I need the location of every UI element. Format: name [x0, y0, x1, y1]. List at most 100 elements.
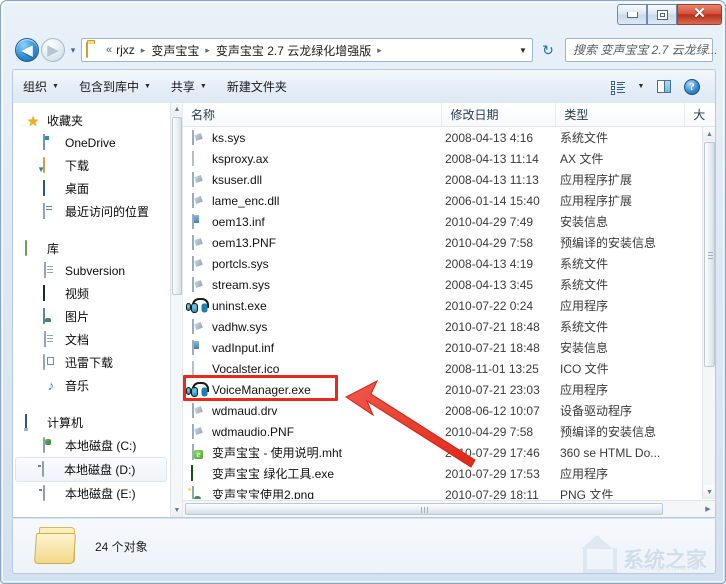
- file-name-cell[interactable]: 变声宝宝 - 使用说明.mht: [183, 444, 445, 461]
- file-name-cell[interactable]: vadInput.inf: [183, 339, 445, 356]
- column-header-date-modified[interactable]: 修改日期: [442, 103, 557, 126]
- scrollbar-thumb-horizontal[interactable]: [185, 503, 663, 515]
- sidebar-item-music[interactable]: ♪ 音乐: [13, 374, 171, 397]
- column-header-size[interactable]: 大: [685, 103, 715, 126]
- search-box[interactable]: ⌕: [565, 38, 725, 62]
- share-button[interactable]: 共享 ▼: [161, 73, 217, 100]
- organize-button[interactable]: 组织 ▼: [13, 73, 69, 100]
- breadcrumb-overflow[interactable]: «: [105, 44, 115, 56]
- sidebar-item-thunder-downloads[interactable]: 迅雷下载: [13, 351, 171, 374]
- scroll-up-button[interactable]: ▲: [171, 103, 182, 116]
- file-date-cell: 2008-04-13 4:16: [445, 130, 534, 145]
- navigation-pane-scrollbar[interactable]: ▲ ▼: [170, 103, 182, 517]
- refresh-button[interactable]: ↻: [536, 38, 560, 62]
- search-input[interactable]: [573, 40, 725, 60]
- file-list-horizontal-scrollbar[interactable]: ▶: [183, 500, 715, 517]
- sidebar-item-subversion[interactable]: Subversion: [13, 260, 171, 282]
- change-view-button[interactable]: [605, 75, 631, 99]
- file-name-label: 变声宝宝使用2.png: [212, 488, 315, 499]
- file-name-cell[interactable]: 变声宝宝 绿化工具.exe: [183, 465, 445, 482]
- address-dropdown-icon[interactable]: ▼: [514, 46, 532, 55]
- breadcrumb-separator-0[interactable]: ▸: [136, 45, 151, 56]
- file-name-cell[interactable]: uninst.exe: [183, 298, 445, 314]
- nav-head-libraries[interactable]: 库: [13, 237, 171, 260]
- column-header-name[interactable]: 名称: [183, 103, 443, 126]
- back-arrow-icon: ◀: [21, 41, 33, 59]
- scrollbar-thumb[interactable]: [172, 117, 182, 295]
- change-view-dropdown[interactable]: ▼: [633, 75, 649, 99]
- address-bar[interactable]: « rjxz ▸ 变声宝宝 ▸ 变声宝宝 2.7 云龙绿化增强版 ▸ ▼: [81, 38, 533, 62]
- file-name-cell[interactable]: lame_enc.dll: [183, 192, 445, 209]
- include-in-library-button[interactable]: 包含到库中 ▼: [69, 73, 161, 100]
- table-row[interactable]: lame_enc.dll 2006-01-14 15:40 应用程序扩展: [183, 190, 702, 211]
- recent-pages-button[interactable]: ▾: [67, 46, 79, 56]
- sidebar-item-drive-e[interactable]: 本地磁盘 (E:): [13, 482, 171, 505]
- sidebar-item-pictures[interactable]: 图片: [13, 305, 171, 328]
- breadcrumb-separator-2[interactable]: ▸: [372, 45, 387, 56]
- table-row[interactable]: vadhw.sys 2010-07-21 18:48 系统文件: [183, 316, 702, 337]
- table-row[interactable]: portcls.sys 2008-04-13 4:19 系统文件: [183, 253, 702, 274]
- sidebar-item-drive-c[interactable]: 本地磁盘 (C:): [13, 434, 171, 457]
- file-name-cell[interactable]: vadhw.sys: [183, 318, 445, 335]
- table-row[interactable]: 变声宝宝 - 使用说明.mht 2010-07-29 17:46 360 se …: [183, 442, 702, 463]
- nav-head-favorites[interactable]: ★ 收藏夹: [13, 109, 171, 132]
- table-row[interactable]: oem13.PNF 2010-04-29 7:58 预编译的安装信息: [183, 232, 702, 253]
- maximize-button[interactable]: [647, 4, 677, 25]
- table-row[interactable]: ks.sys 2008-04-13 4:16 系统文件: [183, 127, 702, 148]
- sidebar-item-desktop[interactable]: 桌面: [13, 177, 171, 200]
- navigation-tree: ★ 收藏夹 OneDrive 下载 桌面: [13, 103, 171, 505]
- scroll-down-button[interactable]: ▼: [171, 504, 182, 517]
- table-row[interactable]: oem13.inf 2010-04-29 7:49 安装信息: [183, 211, 702, 232]
- new-folder-button[interactable]: 新建文件夹: [217, 73, 297, 100]
- table-row[interactable]: vadInput.inf 2010-07-21 18:48 安装信息: [183, 337, 702, 358]
- forward-button[interactable]: ▶: [41, 38, 65, 62]
- sidebar-item-drive-d[interactable]: 本地磁盘 (D:): [15, 457, 167, 482]
- table-row[interactable]: wdmaud.drv 2008-06-12 10:07 设备驱动程序: [183, 400, 702, 421]
- status-text: 24 个对象: [95, 539, 148, 554]
- file-name-cell[interactable]: stream.sys: [183, 276, 445, 293]
- sidebar-item-recent-places[interactable]: 最近访问的位置: [13, 200, 171, 223]
- file-list-vertical-scrollbar[interactable]: ▲ ▼: [702, 127, 715, 499]
- breadcrumb-item-0[interactable]: rjxz: [115, 43, 136, 57]
- file-name-label: lame_enc.dll: [212, 193, 280, 208]
- table-row[interactable]: uninst.exe 2010-07-22 0:24 应用程序: [183, 295, 702, 316]
- sidebar-item-videos[interactable]: 视频: [13, 282, 171, 305]
- scroll-up-button[interactable]: ▲: [703, 127, 715, 141]
- file-name-cell[interactable]: ksuser.dll: [183, 171, 445, 188]
- sidebar-item-downloads[interactable]: 下载: [13, 154, 171, 177]
- table-row[interactable]: wdmaudio.PNF 2010-04-29 7:58 预编译的安装信息: [183, 421, 702, 442]
- table-row[interactable]: ksuser.dll 2008-04-13 11:13 应用程序扩展: [183, 169, 702, 190]
- nav-group-favorites: ★ 收藏夹 OneDrive 下载 桌面: [13, 109, 171, 223]
- close-button[interactable]: ✕: [677, 4, 722, 25]
- table-row[interactable]: stream.sys 2008-04-13 3:45 系统文件: [183, 274, 702, 295]
- breadcrumb-item-2[interactable]: 变声宝宝 2.7 云龙绿化增强版: [215, 42, 372, 59]
- back-button[interactable]: ◀: [15, 38, 39, 62]
- file-type-cell: 应用程序: [560, 299, 609, 313]
- sidebar-item-documents[interactable]: 文档: [13, 328, 171, 351]
- sidebar-item-onedrive[interactable]: OneDrive: [13, 132, 171, 154]
- nav-head-computer[interactable]: 计算机: [13, 411, 171, 434]
- file-name-cell[interactable]: oem13.inf: [183, 213, 445, 230]
- file-name-cell[interactable]: oem13.PNF: [183, 234, 445, 251]
- file-name-cell[interactable]: ks.sys: [183, 129, 445, 146]
- file-name-cell[interactable]: wdmaud.drv: [183, 402, 445, 419]
- table-row[interactable]: 变声宝宝 绿化工具.exe 2010-07-29 17:53 应用程序: [183, 463, 702, 484]
- table-row[interactable]: 变声宝宝使用2.png 2010-07-29 18:11 PNG 文件: [183, 484, 702, 499]
- file-name-cell[interactable]: portcls.sys: [183, 255, 445, 272]
- file-name-cell[interactable]: wdmaudio.PNF: [183, 423, 445, 440]
- file-name-cell[interactable]: ksproxy.ax: [183, 150, 445, 167]
- sidebar-item-label: 视频: [65, 287, 90, 301]
- include-in-library-label: 包含到库中: [78, 80, 139, 94]
- scrollbar-thumb[interactable]: [704, 142, 715, 367]
- file-name-label: wdmaudio.PNF: [212, 424, 295, 439]
- scroll-down-button[interactable]: ▼: [703, 485, 715, 499]
- column-header-type[interactable]: 类型: [556, 103, 686, 126]
- preview-pane-button[interactable]: [651, 75, 677, 99]
- breadcrumb-separator-1[interactable]: ▸: [200, 45, 215, 56]
- table-row[interactable]: ksproxy.ax 2008-04-13 11:14 AX 文件: [183, 148, 702, 169]
- breadcrumb-item-1[interactable]: 变声宝宝: [150, 42, 200, 59]
- file-name-cell[interactable]: 变声宝宝使用2.png: [183, 486, 445, 499]
- help-button[interactable]: ?: [679, 75, 705, 99]
- scroll-right-button[interactable]: ▶: [702, 503, 714, 515]
- minimize-button[interactable]: [617, 4, 647, 25]
